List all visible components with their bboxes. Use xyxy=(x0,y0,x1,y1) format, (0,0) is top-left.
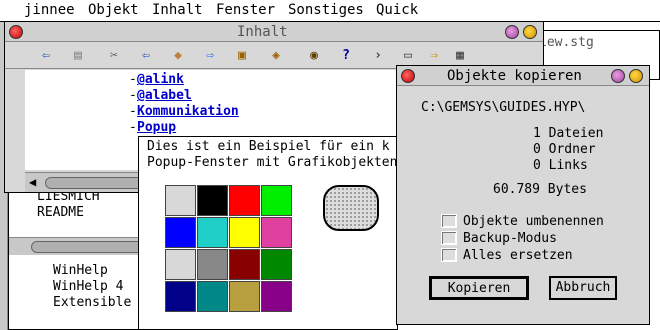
dotted-rounded-rect xyxy=(323,185,379,231)
menu-quick[interactable]: Quick xyxy=(376,2,418,18)
color-swatch xyxy=(197,249,228,280)
menu-inhalt[interactable]: Inhalt xyxy=(152,2,203,18)
menu-fenster[interactable]: Fenster xyxy=(216,2,275,18)
eye-icon[interactable]: ◉ xyxy=(303,47,325,65)
cancel-button[interactable]: Abbruch xyxy=(549,276,617,300)
close-icon[interactable] xyxy=(401,69,415,83)
file-entry[interactable]: WinHelp 4 xyxy=(53,279,123,294)
color-swatch xyxy=(229,249,260,280)
color-swatch xyxy=(197,217,228,248)
file-count: 1 Dateien xyxy=(533,126,604,141)
arrow-disk-icon[interactable]: ⇒ xyxy=(423,47,445,65)
color-swatch xyxy=(229,217,260,248)
link-alink[interactable]: @alink xyxy=(137,72,184,87)
title-bar[interactable]: Objekte kopieren xyxy=(397,66,649,86)
link-alabel[interactable]: @alabel xyxy=(137,88,192,103)
horizontal-scrollbar[interactable] xyxy=(9,237,147,255)
backup-checkbox[interactable] xyxy=(441,231,457,245)
minimize-icon[interactable] xyxy=(611,69,625,83)
color-swatch xyxy=(197,281,228,312)
document-icon[interactable]: ▤ xyxy=(67,47,89,65)
back-arrow-icon[interactable]: ⇦ xyxy=(35,47,57,65)
disk-icon[interactable]: ▭ xyxy=(397,47,419,65)
bullet-dash: - xyxy=(129,72,137,87)
link-count: 0 Links xyxy=(533,158,588,173)
color-swatch xyxy=(229,185,260,216)
close-icon[interactable] xyxy=(9,25,23,39)
link-kommunikation[interactable]: Kommunikation xyxy=(137,104,239,119)
bullet-dash: - xyxy=(129,104,137,119)
bullet-dash: - xyxy=(129,88,137,103)
replace-all-checkbox[interactable] xyxy=(441,248,457,262)
maximize-icon[interactable] xyxy=(523,25,537,39)
dialog-title: Objekte kopieren xyxy=(447,68,582,84)
color-swatch xyxy=(165,281,196,312)
color-swatch xyxy=(229,281,260,312)
color-swatch xyxy=(165,185,196,216)
file-entry[interactable]: Extensible xyxy=(53,295,131,310)
maximize-icon[interactable] xyxy=(629,69,643,83)
print-icon[interactable]: ▦ xyxy=(449,47,471,65)
color-swatch xyxy=(261,281,292,312)
scissors-icon[interactable]: ✂ xyxy=(103,47,125,65)
color-swatch xyxy=(165,249,196,280)
menu-bar: jinnee Objekt Inhalt Fenster Sonstiges Q… xyxy=(0,0,660,22)
color-swatch xyxy=(261,185,292,216)
color-swatch xyxy=(165,217,196,248)
bookmark-icon[interactable]: ◈ xyxy=(265,47,287,65)
color-swatch xyxy=(197,185,228,216)
path-text: C:\GEMSYS\GUIDES.HYP\ xyxy=(421,100,586,115)
window-title: iew.stg xyxy=(539,35,594,50)
file-window: LIESMICH README WinHelp WinHelp 4 Extens… xyxy=(8,180,148,330)
folder-count: 0 Ordner xyxy=(533,142,596,157)
chevron-icon[interactable]: › xyxy=(367,47,389,65)
back-arrow-icon[interactable]: ⇦ xyxy=(135,47,157,65)
replace-all-label[interactable]: Alles ersetzen xyxy=(463,248,573,263)
book-icon[interactable]: ▣ xyxy=(231,47,253,65)
popup-text-line1: Dies ist ein Beispiel für ein k xyxy=(147,139,390,154)
link-popup[interactable]: Popup xyxy=(137,120,176,135)
copy-button[interactable]: Kopieren xyxy=(429,276,529,300)
menu-sonstiges[interactable]: Sonstiges xyxy=(288,2,364,18)
help-icon[interactable]: ? xyxy=(335,47,357,65)
forward-arrow-icon[interactable]: ⇨ xyxy=(199,47,221,65)
color-swatch xyxy=(261,249,292,280)
copy-dialog: Objekte kopieren C:\GEMSYS\GUIDES.HYP\ 1… xyxy=(396,65,650,325)
diamond-icon[interactable]: ◆ xyxy=(167,47,189,65)
menu-objekt[interactable]: Objekt xyxy=(88,2,139,18)
byte-count: 60.789 Bytes xyxy=(493,182,587,197)
file-entry[interactable]: README xyxy=(37,205,84,220)
rename-checkbox[interactable] xyxy=(441,214,457,228)
menu-jinnee[interactable]: jinnee xyxy=(24,2,75,18)
popup-text-line2: Popup-Fenster mit Grafikobjekten xyxy=(147,155,398,170)
scroll-thumb[interactable] xyxy=(31,241,143,253)
popup-window: Dies ist ein Beispiel für ein k Popup-Fe… xyxy=(138,136,398,330)
window-title: Inhalt xyxy=(237,24,288,40)
minimize-icon[interactable] xyxy=(505,25,519,39)
rename-label[interactable]: Objekte umbenennen xyxy=(463,214,604,229)
scroll-left-icon[interactable]: ◀ xyxy=(29,175,36,189)
backup-label[interactable]: Backup-Modus xyxy=(463,231,557,246)
bullet-dash: - xyxy=(129,120,137,135)
file-entry[interactable]: WinHelp xyxy=(53,263,108,278)
color-swatch xyxy=(261,217,292,248)
title-bar[interactable]: Inhalt xyxy=(5,22,543,42)
